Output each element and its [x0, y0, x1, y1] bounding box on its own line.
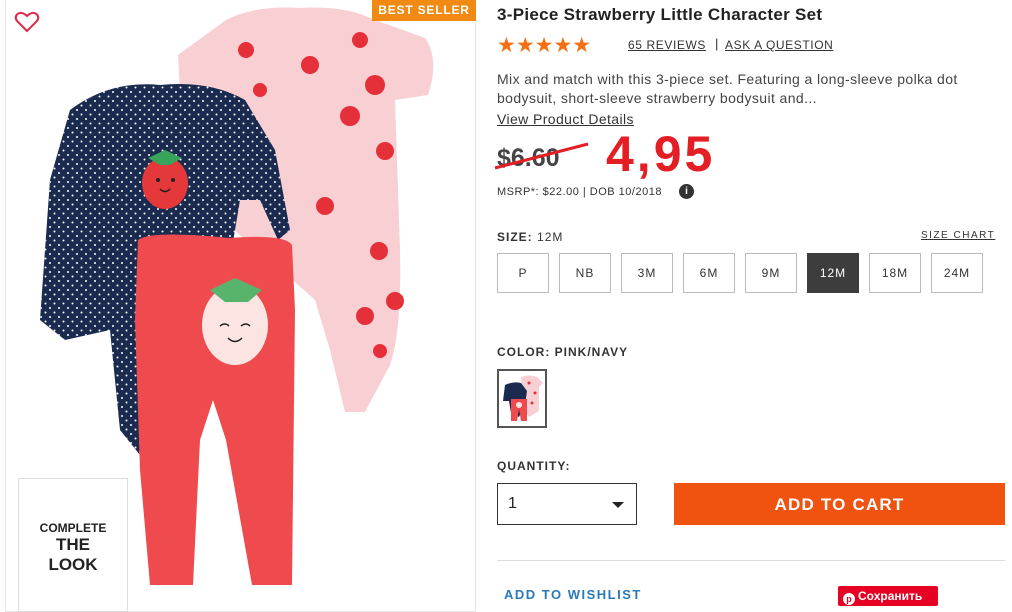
size-chart-link[interactable]: SIZE CHART: [921, 230, 995, 241]
size-selected-value: 12M: [537, 230, 564, 244]
size-option-12m[interactable]: 12M: [807, 253, 859, 293]
pinterest-save-label: Сохранить: [858, 589, 923, 603]
size-option-3m[interactable]: 3M: [621, 253, 673, 293]
price-strike-mark: [494, 142, 589, 170]
color-label: COLOR: PINK/NAVY: [497, 345, 629, 359]
complete-the-look-line2: THE: [56, 535, 90, 554]
size-option-p[interactable]: P: [497, 253, 549, 293]
msrp-text: MSRP*: $22.00 | DOB 10/2018: [497, 186, 662, 198]
reviews-separator: |: [715, 36, 719, 51]
size-options: P NB 3M 6M 9M 12M 18M 24M: [497, 253, 983, 293]
swatch-thumbnail: [503, 375, 543, 421]
size-option-24m[interactable]: 24M: [931, 253, 983, 293]
best-seller-badge: BEST SELLER: [372, 0, 476, 21]
divider: [497, 560, 1005, 561]
pinterest-save-button[interactable]: p Сохранить: [838, 586, 938, 606]
sale-price: 4,95: [606, 126, 716, 182]
ask-question-link[interactable]: ASK A QUESTION: [725, 38, 833, 52]
chevron-down-icon: [612, 502, 624, 508]
add-to-cart-button[interactable]: ADD TO CART: [674, 483, 1005, 525]
add-to-wishlist-link[interactable]: ADD TO WISHLIST: [504, 587, 642, 602]
size-option-9m[interactable]: 9M: [745, 253, 797, 293]
view-details-link[interactable]: View Product Details: [497, 111, 634, 127]
size-option-nb[interactable]: NB: [559, 253, 611, 293]
color-swatch-pink-navy[interactable]: [497, 369, 547, 428]
complete-the-look-button[interactable]: COMPLETE THE LOOK: [18, 478, 128, 612]
quantity-label: QUANTITY:: [497, 459, 571, 473]
reviews-link[interactable]: 65 REVIEWS: [628, 38, 706, 52]
quantity-value: 1: [508, 495, 517, 512]
size-option-6m[interactable]: 6M: [683, 253, 735, 293]
size-label: SIZE: 12M: [497, 230, 563, 244]
product-description: Mix and match with this 3-piece set. Fea…: [497, 71, 958, 106]
complete-the-look-line1: COMPLETE: [39, 521, 107, 535]
rating-stars: ★★★★★: [497, 34, 592, 57]
heart-icon[interactable]: [14, 10, 40, 34]
info-icon[interactable]: i: [679, 184, 694, 199]
pinterest-icon: p: [843, 593, 855, 605]
product-title: 3-Piece Strawberry Little Character Set: [497, 5, 823, 24]
quantity-select[interactable]: 1: [497, 483, 637, 525]
size-option-18m[interactable]: 18M: [869, 253, 921, 293]
size-label-title: SIZE:: [497, 230, 533, 244]
complete-the-look-line3: LOOK: [48, 555, 98, 574]
